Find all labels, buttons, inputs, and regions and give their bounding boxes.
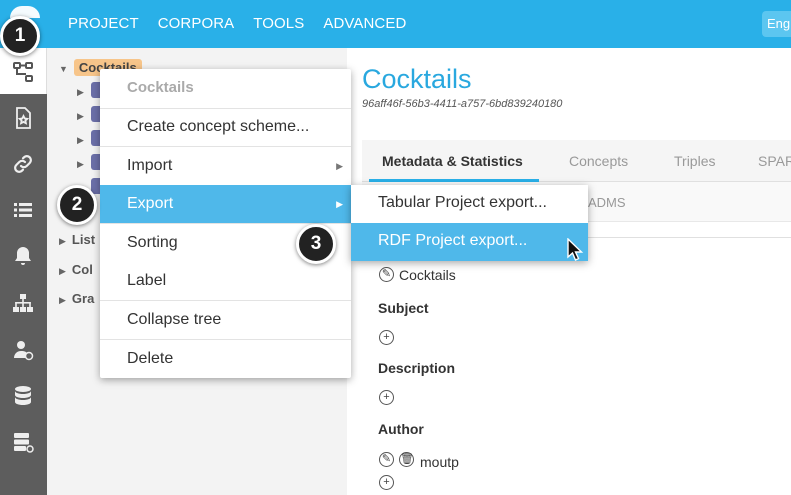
nav-project[interactable]: PROJECT [68, 15, 139, 32]
bell-icon[interactable] [8, 241, 38, 271]
tree-child-row[interactable]: ▶ [77, 131, 90, 146]
submenu-arrow-icon: ▶ [336, 161, 343, 171]
trash-icon[interactable]: 🗑 [399, 452, 414, 467]
user-settings-icon[interactable] [8, 335, 38, 365]
author-value: moutp [420, 454, 459, 470]
top-bar: PROJECT CORPORA TOOLS ADVANCED Eng [0, 0, 791, 48]
expand-caret-icon[interactable]: ▶ [59, 236, 66, 246]
expand-caret-icon[interactable]: ▶ [59, 295, 66, 305]
nav-corpora[interactable]: CORPORA [158, 15, 235, 32]
top-nav: PROJECT CORPORA TOOLS ADVANCED [68, 15, 425, 32]
add-icon[interactable]: + [379, 390, 394, 405]
menu-item-export[interactable]: Export ▶ [100, 185, 351, 223]
project-title: Cocktails [362, 64, 472, 94]
tab-sparql[interactable]: SPAR [758, 153, 791, 169]
menu-item-create-concept-scheme[interactable]: Create concept scheme... [100, 108, 351, 146]
menu-item-collapse-tree[interactable]: Collapse tree [100, 301, 351, 339]
expand-caret-icon[interactable]: ▼ [59, 64, 68, 74]
menu-item-tabular-export[interactable]: Tabular Project export... [351, 185, 588, 223]
edit-icon[interactable]: ✎ [379, 452, 394, 467]
list-icon[interactable] [8, 195, 38, 225]
tree-node-label[interactable]: Col [72, 262, 93, 277]
starred-document-icon[interactable] [8, 103, 38, 133]
menu-item-rdf-export[interactable]: RDF Project export... [351, 223, 588, 261]
expand-caret-icon[interactable]: ▶ [59, 266, 66, 276]
export-submenu: Tabular Project export... RDF Project ex… [351, 185, 588, 261]
project-detail-panel: Cocktails 96aff46f-56b3-4411-a757-6bd839… [347, 48, 791, 495]
language-selector[interactable]: Eng [762, 11, 791, 37]
menu-item-import[interactable]: Import ▶ [100, 147, 351, 185]
expand-caret-icon[interactable]: ▶ [77, 87, 84, 97]
submenu-arrow-icon: ▶ [336, 199, 343, 209]
expand-caret-icon[interactable]: ▶ [77, 111, 84, 121]
add-icon[interactable]: + [379, 330, 394, 345]
nav-tools[interactable]: TOOLS [253, 15, 304, 32]
menu-item-label: Import [127, 157, 173, 174]
nav-advanced[interactable]: ADVANCED [323, 15, 406, 32]
tree-node-graphs[interactable]: ▶ Gra [59, 291, 94, 306]
tree-node-label[interactable]: Gra [72, 291, 94, 306]
menu-item-label-settings[interactable]: Label [100, 262, 351, 300]
tree-child-row[interactable]: ▶ [77, 83, 90, 98]
database-icon[interactable] [8, 381, 38, 411]
project-uuid: 96aff46f-56b3-4411-a757-6bd839240180 [362, 98, 563, 110]
hierarchy-icon[interactable] [8, 288, 38, 318]
menu-item-delete[interactable]: Delete [100, 340, 351, 378]
server-settings-icon[interactable] [8, 427, 38, 457]
menu-header: Cocktails [127, 79, 194, 96]
tree-node-collections[interactable]: ▶ Col [59, 262, 93, 277]
link-icon[interactable] [8, 149, 38, 179]
tab-concepts[interactable]: Concepts [569, 153, 628, 169]
expand-caret-icon[interactable]: ▶ [77, 159, 84, 169]
mouse-cursor-icon [567, 238, 584, 261]
edit-icon[interactable]: ✎ [379, 267, 394, 282]
expand-caret-icon[interactable]: ▶ [77, 135, 84, 145]
tab-metadata-statistics[interactable]: Metadata & Statistics [382, 153, 523, 169]
subtab-adms[interactable]: ADMS [588, 195, 626, 210]
left-icon-rail [0, 48, 47, 495]
step-badge-2: 2 [57, 185, 97, 225]
tree-child-row[interactable]: ▶ [77, 155, 90, 170]
description-label: Description [378, 360, 456, 376]
step-badge-1: 1 [0, 16, 40, 56]
title-value: Cocktails [399, 267, 456, 283]
concept-tree-icon[interactable] [8, 57, 38, 87]
tab-triples[interactable]: Triples [674, 153, 716, 169]
author-label: Author [378, 421, 424, 437]
subject-label: Subject [378, 300, 429, 316]
menu-item-label: Export [127, 195, 174, 212]
tree-node-label[interactable]: List [72, 232, 95, 247]
step-badge-3: 3 [296, 224, 336, 264]
add-icon[interactable]: + [379, 475, 394, 490]
tree-child-row[interactable]: ▶ [77, 107, 90, 122]
tree-node-lists[interactable]: ▶ List [59, 232, 95, 247]
